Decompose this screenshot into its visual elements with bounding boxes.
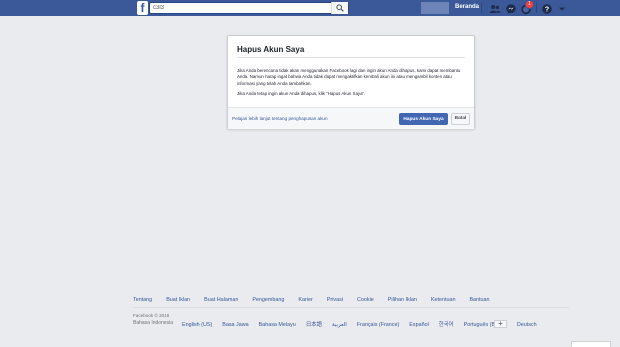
- search-input[interactable]: [153, 3, 333, 13]
- footer-link[interactable]: Karier: [298, 297, 312, 303]
- footer-link[interactable]: Buat Halaman: [204, 297, 238, 303]
- dialog-title: Hapus Akun Saya: [237, 45, 305, 54]
- footer-link[interactable]: Pengembang: [252, 297, 284, 303]
- footer-link[interactable]: Ketentuan: [431, 297, 456, 303]
- language-link[interactable]: English (US): [182, 322, 212, 328]
- search-box: [149, 2, 349, 14]
- language-link[interactable]: Deutsch: [517, 322, 537, 328]
- delete-account-button[interactable]: Hapus Akun Saya: [399, 113, 448, 125]
- language-link[interactable]: 日本語: [306, 322, 322, 328]
- notification-count-badge: 1: [525, 0, 534, 9]
- footer-link[interactable]: Bantuan: [469, 297, 489, 303]
- facebook-logo-icon[interactable]: f: [137, 1, 148, 15]
- chat-tab[interactable]: [571, 341, 611, 347]
- profile-avatar-link[interactable]: [421, 2, 449, 14]
- learn-more-link[interactable]: Pelajari lebih lanjut tentang penghapusa…: [232, 116, 328, 121]
- footer-link[interactable]: Buat Iklan: [166, 297, 190, 303]
- dialog-body: Jika Anda berencana tidak akan menggunak…: [237, 68, 467, 102]
- add-language-button[interactable]: +: [494, 320, 507, 328]
- footer-link[interactable]: Pilihan Iklan: [388, 297, 417, 303]
- svg-text:?: ?: [545, 7, 549, 14]
- footer-divider: [133, 307, 569, 308]
- friends-icon[interactable]: [489, 2, 501, 14]
- language-link[interactable]: Español: [409, 322, 428, 328]
- footer-links: Tentang Buat Iklan Buat Halaman Pengemba…: [133, 297, 569, 303]
- messenger-icon[interactable]: [505, 2, 517, 14]
- dialog-footer: Pelajari lebih lanjut tentang penghapusa…: [228, 107, 474, 129]
- dialog-paragraph: Jika Anda tetap ingin akun Anda dihapus,…: [237, 91, 366, 97]
- search-button[interactable]: [331, 2, 348, 14]
- language-link[interactable]: Français (France): [357, 322, 400, 328]
- language-link[interactable]: العربية: [332, 322, 347, 328]
- current-language: Bahasa Indonesia: [133, 320, 174, 326]
- dialog-paragraph: Jika Anda berencana tidak akan menggunak…: [237, 68, 461, 86]
- top-navigation-bar: f Beranda 1: [0, 0, 620, 16]
- language-link[interactable]: Basa Jawa: [222, 322, 248, 328]
- chevron-down-icon[interactable]: [556, 2, 568, 14]
- help-icon[interactable]: ?: [541, 2, 553, 14]
- footer-link[interactable]: Tentang: [133, 297, 152, 303]
- language-links: English (US) Basa Jawa Bahasa Melayu 日本語…: [182, 320, 545, 328]
- nav-divider: [481, 3, 482, 13]
- language-link[interactable]: 한국어: [439, 322, 454, 328]
- cancel-button[interactable]: Batal: [451, 113, 470, 125]
- home-link[interactable]: Beranda: [455, 4, 479, 10]
- footer-link[interactable]: Privasi: [327, 297, 343, 303]
- dialog-divider: [237, 57, 465, 58]
- language-link[interactable]: Bahasa Melayu: [259, 322, 296, 328]
- search-icon: [336, 4, 344, 12]
- delete-account-dialog: Hapus Akun Saya Jika Anda berencana tida…: [227, 35, 475, 129]
- nav-divider: [536, 3, 537, 13]
- copyright: Facebook © 2018: [133, 313, 170, 318]
- footer-link[interactable]: Cookie: [357, 297, 374, 303]
